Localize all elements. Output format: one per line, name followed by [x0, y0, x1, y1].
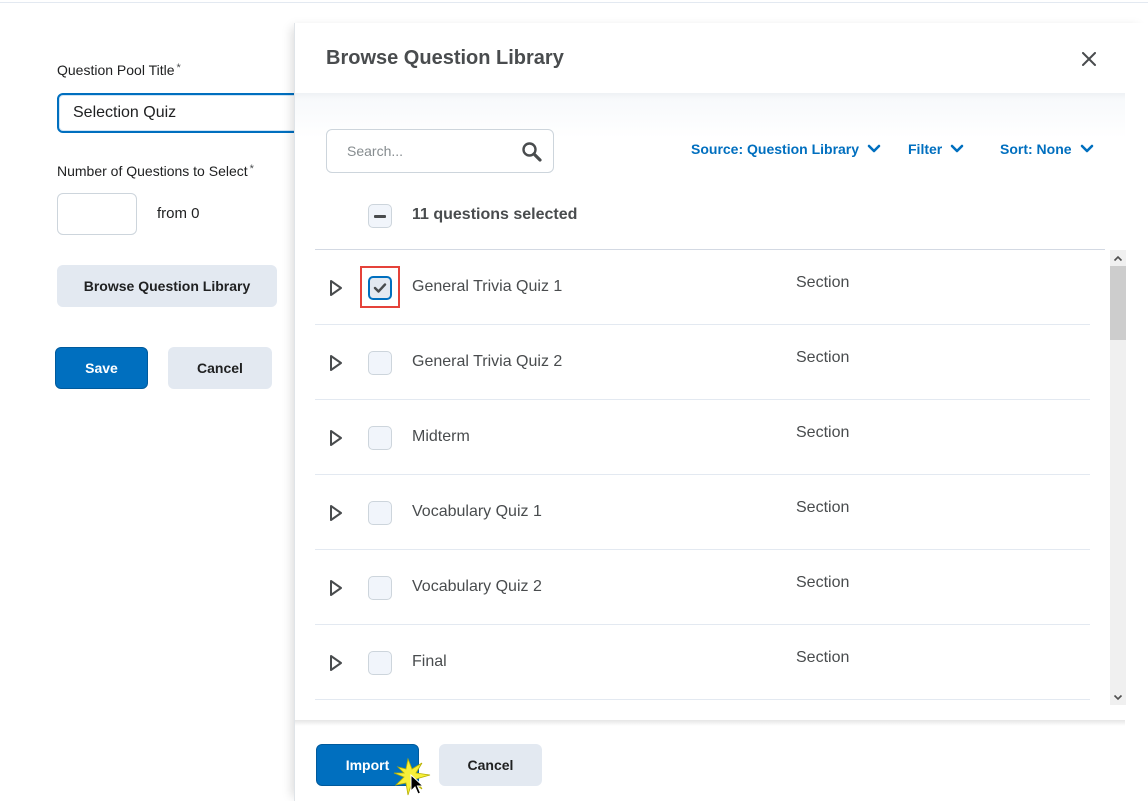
item-name: Vocabulary Quiz 1 [412, 503, 542, 520]
num-questions-label: Number of Questions to Select * [57, 163, 254, 179]
expand-triangle-icon[interactable] [329, 579, 343, 597]
item-checkbox[interactable] [368, 501, 392, 525]
dialog-cancel-button[interactable]: Cancel [439, 744, 542, 786]
indeterminate-icon [374, 214, 386, 218]
close-button[interactable] [1077, 47, 1101, 71]
search-input[interactable] [328, 131, 508, 171]
chevron-down-icon [1113, 694, 1123, 700]
question-pool-form: Question Pool Title* Number of Questions… [0, 0, 317, 801]
chevron-down-icon [950, 144, 964, 153]
browse-question-library-dialog: Browse Question Library Source: Question… [294, 23, 1148, 801]
item-checkbox[interactable] [368, 576, 392, 600]
expand-triangle-icon[interactable] [329, 354, 343, 372]
question-list: General Trivia Quiz 1 Section General Tr… [315, 250, 1090, 720]
item-checkbox[interactable] [368, 276, 392, 300]
cancel-button[interactable]: Cancel [168, 347, 272, 389]
item-name: General Trivia Quiz 2 [412, 353, 563, 370]
chevron-down-icon [1080, 144, 1093, 153]
required-marker: * [176, 62, 181, 74]
item-type: Section [796, 274, 850, 291]
browse-question-library-button[interactable]: Browse Question Library [57, 265, 277, 307]
item-type: Section [796, 649, 850, 666]
footer-divider [295, 720, 1125, 726]
expand-triangle-icon[interactable] [329, 429, 343, 447]
pool-title-label-text: Question Pool Title [57, 62, 175, 78]
item-name: General Trivia Quiz 1 [412, 278, 563, 295]
scroll-thumb[interactable] [1110, 266, 1126, 340]
list-scrollbar[interactable] [1110, 250, 1126, 705]
chevron-up-icon [1113, 255, 1123, 261]
num-questions-label-text: Number of Questions to Select [57, 163, 248, 179]
source-dropdown[interactable]: Source: Question Library [691, 141, 881, 157]
scroll-down-button[interactable] [1110, 689, 1126, 705]
dialog-title: Browse Question Library [326, 47, 564, 69]
close-icon [1082, 52, 1096, 66]
filter-dropdown[interactable]: Filter [908, 141, 964, 157]
pool-title-input[interactable] [57, 93, 317, 133]
item-checkbox[interactable] [368, 351, 392, 375]
item-name: Vocabulary Quiz 2 [412, 578, 542, 595]
filter-dropdown-label: Filter [908, 141, 943, 157]
list-item: General Trivia Quiz 1 Section [315, 250, 1090, 325]
sort-dropdown[interactable]: Sort: None [1000, 141, 1094, 157]
list-item: Vocabulary Quiz 1 Section [315, 475, 1090, 550]
scroll-up-button[interactable] [1110, 250, 1126, 266]
selected-count: 11 questions selected [412, 206, 578, 223]
item-type: Section [796, 424, 850, 441]
item-name: Final [412, 653, 447, 670]
item-type: Section [796, 574, 850, 591]
item-type: Section [796, 349, 850, 366]
sort-dropdown-label: Sort: None [1000, 141, 1072, 157]
required-marker: * [249, 163, 254, 175]
list-item: General Trivia Quiz 2 Section [315, 325, 1090, 400]
search-icon[interactable] [520, 140, 544, 164]
checkmark-icon [373, 283, 387, 293]
list-item: Midterm Section [315, 400, 1090, 475]
import-button[interactable]: Import [316, 744, 419, 786]
item-checkbox[interactable] [368, 651, 392, 675]
item-type: Section [796, 499, 850, 516]
save-button[interactable]: Save [55, 347, 148, 389]
list-item: Vocabulary Quiz 2 Section [315, 550, 1090, 625]
search-box [326, 129, 554, 173]
from-count-text: from 0 [157, 205, 200, 222]
num-questions-input[interactable] [57, 193, 137, 235]
chevron-down-icon [867, 144, 881, 153]
source-dropdown-label: Source: Question Library [691, 141, 860, 157]
item-checkbox[interactable] [368, 426, 392, 450]
item-name: Midterm [412, 428, 470, 445]
expand-triangle-icon[interactable] [329, 504, 343, 522]
list-item: Final Section [315, 625, 1090, 700]
expand-triangle-icon[interactable] [329, 654, 343, 672]
pool-title-label: Question Pool Title * [57, 62, 181, 78]
select-all-checkbox[interactable] [368, 204, 392, 228]
expand-triangle-icon[interactable] [329, 279, 343, 297]
